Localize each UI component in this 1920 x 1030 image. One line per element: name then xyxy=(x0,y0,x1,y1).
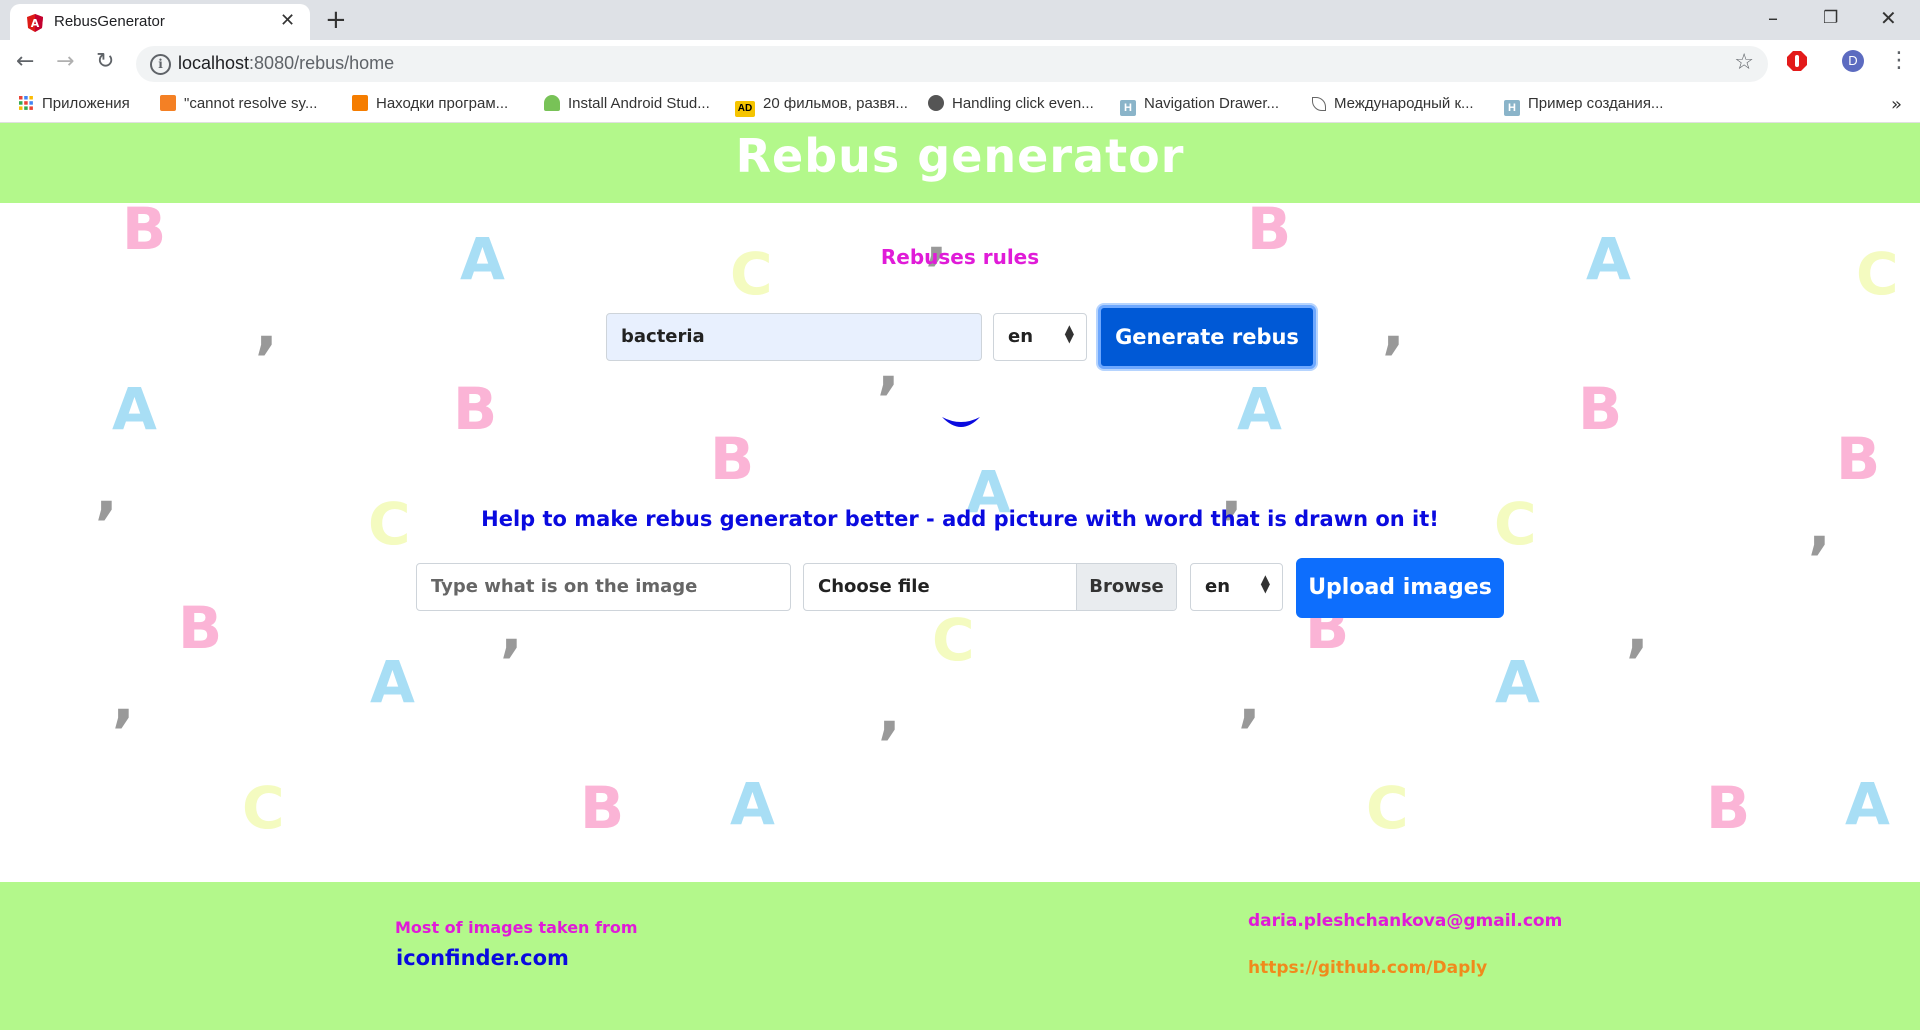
bookmark-item[interactable]: Приложения xyxy=(18,95,130,112)
url-text[interactable]: localhost:8080/rebus/home xyxy=(178,53,394,74)
file-input[interactable]: Choose file Browse xyxy=(803,563,1177,611)
bookmark-item[interactable]: Международный к... xyxy=(1312,95,1474,112)
images-credit-text: Most of images taken from xyxy=(395,918,638,937)
generate-rebus-button[interactable]: Generate rebus xyxy=(1098,305,1316,369)
bookmark-item[interactable]: "cannot resolve sy... xyxy=(160,95,317,112)
apps-grid-icon xyxy=(19,96,33,110)
more-bookmarks-icon[interactable]: » xyxy=(1891,94,1902,115)
forward-icon[interactable]: → xyxy=(56,50,74,74)
android-icon xyxy=(544,95,560,111)
iconfinder-link[interactable]: iconfinder.com xyxy=(396,946,569,970)
bg-letter-a: A xyxy=(370,648,415,716)
bookmark-item[interactable]: H Пример создания... xyxy=(1504,95,1663,116)
bg-letter-a: A xyxy=(1237,375,1282,443)
address-bar[interactable]: i localhost:8080/rebus/home ☆ xyxy=(136,46,1768,82)
site-info-icon[interactable]: i xyxy=(150,54,171,75)
github-link[interactable]: https://github.com/Daply xyxy=(1248,958,1487,978)
help-text: Help to make rebus generator better - ad… xyxy=(481,507,1439,531)
bg-letter-a: A xyxy=(1845,770,1890,838)
rebus-rules-link[interactable]: Rebuses rules xyxy=(0,245,1920,269)
angular-icon: A xyxy=(27,14,43,32)
bg-letter-a: A xyxy=(112,375,157,443)
bookmark-item[interactable]: Находки програм... xyxy=(352,95,508,112)
adblock-icon[interactable] xyxy=(1786,50,1808,72)
bookmark-label: "cannot resolve sy... xyxy=(184,95,318,112)
bg-letter-b: B xyxy=(1706,774,1751,842)
bookmark-label: Находки програм... xyxy=(376,95,509,112)
page-title: Rebus generator xyxy=(735,129,1185,183)
bookmark-item[interactable]: Install Android Stud... xyxy=(544,95,710,112)
h-icon: H xyxy=(1120,100,1136,116)
reload-icon[interactable]: ↻ xyxy=(96,50,114,74)
word-input[interactable]: bacteria xyxy=(606,313,982,361)
menu-kebab-icon[interactable]: ⋮ xyxy=(1888,48,1910,73)
bg-letter-a: A xyxy=(1495,648,1540,716)
bookmark-item[interactable]: AD 20 фильмов, развя... xyxy=(735,95,908,117)
url-host: localhost xyxy=(178,53,250,73)
bg-letter-comma: , xyxy=(1626,595,1649,665)
file-input-label: Choose file xyxy=(818,576,930,597)
bookmark-label: Приложения xyxy=(42,95,130,112)
image-word-input[interactable]: Type what is on the image xyxy=(416,563,791,611)
tab-title: RebusGenerator xyxy=(54,13,165,30)
bg-letter-b: B xyxy=(580,774,625,842)
bg-letter-b: B xyxy=(1836,425,1881,493)
globe-icon xyxy=(928,95,944,111)
bookmark-label: Install Android Stud... xyxy=(568,95,710,112)
restore-icon[interactable]: ❐ xyxy=(1823,8,1838,28)
bg-letter-comma: , xyxy=(1382,292,1405,362)
bg-letter-b: B xyxy=(710,425,755,493)
select-arrows-icon: ▲ ▼ xyxy=(1260,572,1270,595)
browser-toolbar: ← → ↻ i localhost:8080/rebus/home ☆ xyxy=(0,40,1920,88)
ad-icon: AD xyxy=(735,101,755,117)
language-select-value: en xyxy=(1008,326,1034,347)
bookmark-label: Navigation Drawer... xyxy=(1144,95,1280,112)
bg-letter-c: C xyxy=(1366,774,1409,842)
new-tab-icon[interactable]: + xyxy=(325,6,347,34)
bookmark-label: 20 фильмов, развя... xyxy=(763,95,908,112)
select-arrows-icon: ▲ ▼ xyxy=(1064,322,1074,345)
bg-letter-b: B xyxy=(1578,375,1623,443)
upload-language-value: en xyxy=(1205,576,1231,597)
bookmark-label: Пример создания... xyxy=(1528,95,1664,112)
bg-letter-comma: , xyxy=(878,677,901,747)
email-link[interactable]: daria.pleshchankova@gmail.com xyxy=(1248,911,1562,931)
upload-images-button[interactable]: Upload images xyxy=(1296,558,1504,618)
url-path: :8080/rebus/home xyxy=(249,53,395,73)
browser-tab[interactable]: A RebusGenerator ✕ xyxy=(10,4,310,40)
bg-letter-comma: , xyxy=(255,292,278,362)
minimize-icon[interactable]: – xyxy=(1768,6,1778,30)
browse-button[interactable]: Browse xyxy=(1076,564,1176,610)
close-tab-icon[interactable]: ✕ xyxy=(280,11,295,31)
svg-text:A: A xyxy=(31,17,40,30)
back-icon[interactable]: ← xyxy=(16,50,34,74)
bookmark-label: Международный к... xyxy=(1334,95,1474,112)
loading-spinner-icon xyxy=(942,417,980,427)
upload-language-select[interactable]: en ▲ ▼ xyxy=(1190,563,1283,611)
bookmark-item[interactable]: Handling click even... xyxy=(928,95,1094,112)
bookmarks-bar: Приложения "cannot resolve sy... Находки… xyxy=(0,88,1920,123)
h-icon: H xyxy=(1504,100,1520,116)
app-footer: Most of images taken from iconfinder.com… xyxy=(0,882,1920,1030)
bg-letter-b: B xyxy=(453,375,498,443)
bg-letter-comma: , xyxy=(1238,665,1261,735)
bg-letter-b: B xyxy=(178,594,223,662)
app-page: B A C , B A C , , A B , A B B B A C C , … xyxy=(0,123,1920,1030)
app-header: Rebus generator xyxy=(0,123,1920,203)
browser-tab-bar: A RebusGenerator ✕ + – ❐ ✕ xyxy=(0,0,1920,40)
window-close-icon[interactable]: ✕ xyxy=(1880,6,1897,30)
bookmark-label: Handling click even... xyxy=(952,95,1094,112)
bg-letter-c: C xyxy=(932,606,975,674)
feather-icon xyxy=(1312,97,1326,111)
profile-avatar[interactable]: D xyxy=(1842,50,1864,72)
bg-letter-a: A xyxy=(730,770,775,838)
bookmark-item[interactable]: H Navigation Drawer... xyxy=(1120,95,1279,116)
blogger-icon xyxy=(352,95,368,111)
bookmark-star-icon[interactable]: ☆ xyxy=(1734,50,1754,75)
bg-letter-c: C xyxy=(242,774,285,842)
stackoverflow-icon xyxy=(160,95,176,111)
language-select[interactable]: en ▲ ▼ xyxy=(993,313,1087,361)
bg-letter-comma: , xyxy=(112,665,135,735)
